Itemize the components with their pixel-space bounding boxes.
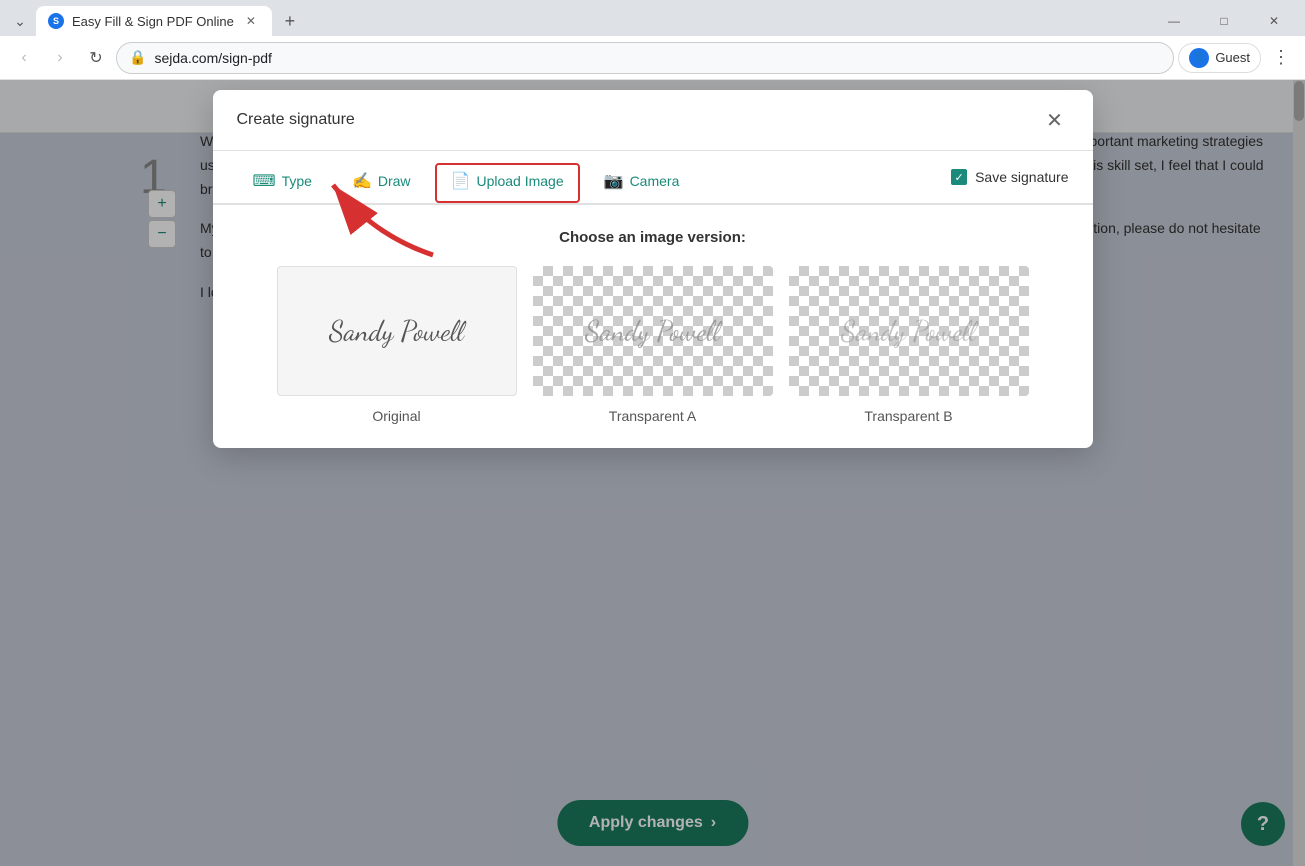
transparent-b-signature: Sandy Powell [841,314,976,348]
camera-icon: 📷 [604,171,624,191]
back-button[interactable]: ‹ [8,42,40,74]
page-content: Fill & sign PDF BETA 1 + − With more tha… [0,80,1305,866]
minimize-button[interactable]: — [1151,6,1197,36]
browser-menu-button[interactable]: ⋮ [1265,42,1297,74]
tab-type-label: Type [282,173,312,189]
keyboard-icon: ⌨ [253,171,276,191]
image-versions-container: Sandy Powell Original Sandy Powell Trans… [237,266,1069,424]
save-signature-checkbox[interactable]: ✓ [951,169,967,185]
window-controls: — □ ✕ [1151,6,1297,36]
modal-overlay: Create signature ✕ ⌨ Type ✍ Draw 📄 Uploa… [0,80,1305,866]
reload-button[interactable]: ↻ [80,42,112,74]
profile-label: Guest [1215,50,1250,65]
transparent-b-preview: Sandy Powell [789,266,1029,396]
active-tab[interactable]: S Easy Fill & Sign PDF Online ✕ [36,6,272,36]
close-window-button[interactable]: ✕ [1251,6,1297,36]
original-signature: Sandy Powell [329,314,464,348]
browser-chrome: ⌄ S Easy Fill & Sign PDF Online ✕ + — □ … [0,0,1305,80]
tab-upload-image[interactable]: 📄 Upload Image [435,163,580,203]
navigation-bar: ‹ › ↻ 🔒 sejda.com/sign-pdf 👤 Guest ⋮ [0,36,1305,80]
tab-list-button[interactable]: ⌄ [8,9,32,33]
lock-icon: 🔒 [129,49,146,66]
image-version-transparent-a[interactable]: Sandy Powell Transparent A [533,266,773,424]
profile-button[interactable]: 👤 Guest [1178,43,1261,73]
transparent-a-signature: Sandy Powell [585,314,720,348]
tab-camera-label: Camera [630,173,680,189]
transparent-b-label: Transparent B [864,408,952,424]
modal-body: Choose an image version: Sandy Powell Or… [213,205,1093,448]
tab-upload-label: Upload Image [476,173,563,189]
maximize-icon: □ [1220,14,1227,28]
title-bar: ⌄ S Easy Fill & Sign PDF Online ✕ + — □ … [0,0,1305,36]
upload-icon: 📄 [451,171,471,191]
url-display: sejda.com/sign-pdf [154,50,1161,66]
new-tab-button[interactable]: + [276,7,304,35]
image-version-original[interactable]: Sandy Powell Original [277,266,517,424]
forward-button[interactable]: › [44,42,76,74]
maximize-button[interactable]: □ [1201,6,1247,36]
modal-header: Create signature ✕ [213,90,1093,151]
tab-close-icon: ✕ [246,14,256,28]
original-preview: Sandy Powell [277,266,517,396]
modal-close-icon: ✕ [1046,108,1063,133]
create-signature-modal: Create signature ✕ ⌨ Type ✍ Draw 📄 Uploa… [213,90,1093,448]
close-icon: ✕ [1269,14,1279,28]
original-label: Original [372,408,420,424]
image-version-transparent-b[interactable]: Sandy Powell Transparent B [789,266,1029,424]
transparent-a-label: Transparent A [609,408,696,424]
tab-favicon: S [48,13,64,29]
modal-title: Create signature [237,111,355,129]
modal-close-button[interactable]: ✕ [1041,106,1069,134]
transparent-a-preview: Sandy Powell [533,266,773,396]
minimize-icon: — [1168,14,1180,28]
red-arrow-indicator [313,175,443,270]
tab-title: Easy Fill & Sign PDF Online [72,14,234,29]
profile-icon: 👤 [1189,48,1209,68]
save-signature-area: ✓ Save signature [951,169,1068,185]
tab-camera[interactable]: 📷 Camera [588,163,696,203]
save-signature-label: Save signature [975,169,1068,185]
tab-close-button[interactable]: ✕ [242,12,260,30]
address-bar[interactable]: 🔒 sejda.com/sign-pdf [116,42,1174,74]
